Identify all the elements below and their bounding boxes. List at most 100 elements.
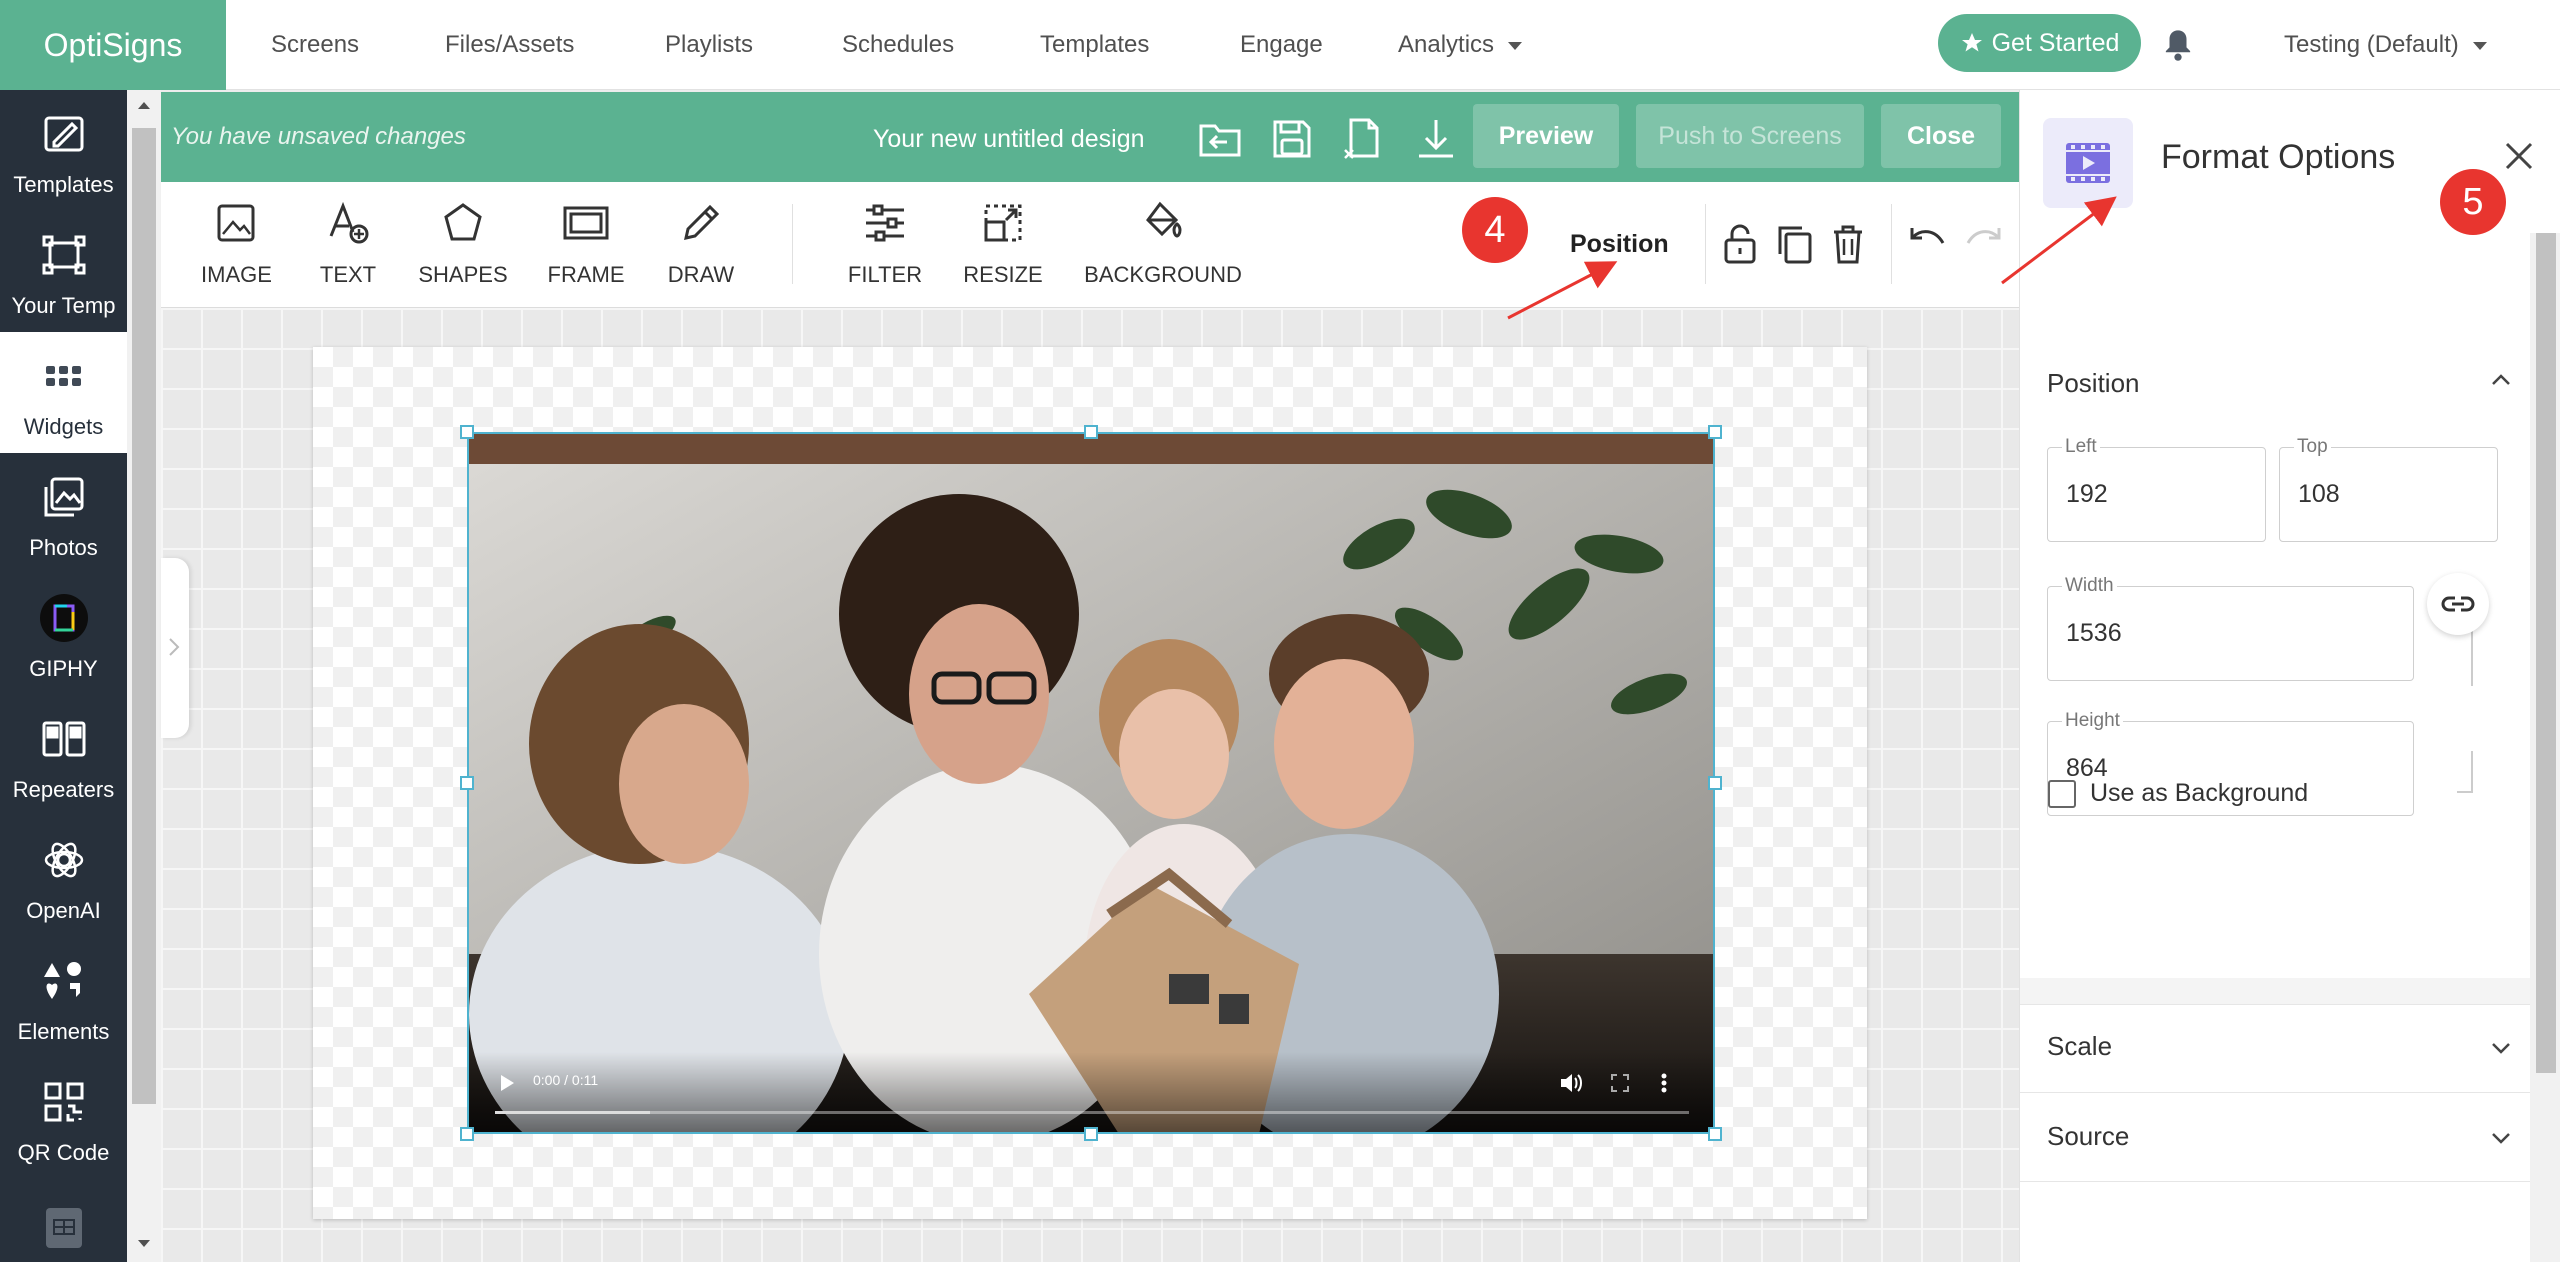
sidebar-item-giphy[interactable]: GIPHY <box>0 574 127 695</box>
volume-icon[interactable] <box>1559 1072 1583 1094</box>
chevron-up-icon[interactable] <box>2490 372 2512 386</box>
lock-aspect-ratio-button[interactable] <box>2427 573 2489 635</box>
tool-filter[interactable]: FILTER <box>847 200 923 300</box>
duplicate-icon[interactable] <box>1774 222 1814 266</box>
tool-draw[interactable]: DRAW <box>666 200 736 300</box>
use-as-background-checkbox[interactable] <box>2048 780 2076 808</box>
sidebar-item-widgets[interactable]: Widgets <box>0 332 127 453</box>
video-progress-fill <box>495 1111 651 1114</box>
close-button[interactable]: Close <box>1881 104 2001 168</box>
nav-analytics[interactable]: Analytics <box>1398 0 1523 90</box>
scroll-down-icon[interactable] <box>138 1240 150 1247</box>
nav-files-assets[interactable]: Files/Assets <box>445 0 574 90</box>
tool-label: TEXT <box>319 262 377 287</box>
close-icon[interactable] <box>2501 138 2537 174</box>
scrollbar-thumb[interactable] <box>2536 233 2556 1073</box>
resize-handle-left[interactable] <box>460 776 474 790</box>
tool-resize[interactable]: RESIZE <box>961 200 1045 300</box>
video-progress-track[interactable] <box>495 1111 1689 1114</box>
resize-handle-top-left[interactable] <box>460 425 474 439</box>
chevron-down-icon <box>2492 1133 2510 1144</box>
nav-schedules[interactable]: Schedules <box>842 0 954 90</box>
fullscreen-icon[interactable] <box>1611 1074 1629 1092</box>
resize-handle-bottom-left[interactable] <box>460 1127 474 1141</box>
preview-button[interactable]: Preview <box>1473 104 1619 168</box>
section-scale[interactable]: Scale <box>2020 1004 2530 1092</box>
sidebar-item-qr-code[interactable]: QR Code <box>0 1058 127 1179</box>
left-field[interactable]: Left 192 <box>2047 436 2266 542</box>
nav-screens[interactable]: Screens <box>271 0 359 90</box>
resize-handle-right[interactable] <box>1708 776 1722 790</box>
tool-label: DRAW <box>667 262 735 287</box>
scroll-up-icon[interactable] <box>138 102 150 109</box>
sidebar-item-repeaters[interactable]: Repeaters <box>0 695 127 816</box>
toolbar-divider <box>1705 204 1706 284</box>
save-icon[interactable] <box>1269 116 1315 162</box>
sidebar-scrollbar[interactable] <box>127 90 161 1262</box>
width-field[interactable]: Width 1536 <box>2047 575 2414 681</box>
your-templates-icon <box>42 235 86 275</box>
more-vertical-icon[interactable] <box>1660 1072 1668 1094</box>
save-as-icon[interactable] <box>1341 116 1387 162</box>
video-file-icon <box>2066 143 2110 183</box>
tool-image[interactable]: IMAGE <box>201 200 272 300</box>
play-icon[interactable] <box>499 1074 515 1092</box>
panel-scrollbar[interactable] <box>2530 233 2560 1262</box>
nav-templates[interactable]: Templates <box>1040 0 1149 90</box>
giphy-icon <box>40 594 88 642</box>
sidebar-item-elements[interactable]: Elements <box>0 937 127 1058</box>
chevron-down-icon <box>2492 1043 2510 1054</box>
resize-icon <box>984 204 1022 242</box>
import-icon[interactable] <box>1197 116 1243 162</box>
bell-icon[interactable] <box>2163 28 2193 62</box>
resize-handle-top[interactable] <box>1084 425 1098 439</box>
qr-code-icon <box>44 1082 84 1122</box>
tool-background[interactable]: BACKGROUND <box>1083 200 1243 300</box>
video-element[interactable]: 0:00 / 0:11 <box>467 432 1715 1134</box>
resize-handle-top-right[interactable] <box>1708 425 1722 439</box>
nav-engage[interactable]: Engage <box>1240 0 1323 90</box>
section-source[interactable]: Source <box>2020 1092 2530 1182</box>
sidebar-item-templates[interactable]: Templates <box>0 90 127 211</box>
unlock-icon[interactable] <box>1720 222 1760 266</box>
panel-icon-box <box>2043 118 2133 208</box>
brand-logo[interactable]: OptiSigns <box>0 0 226 90</box>
video-frame-image <box>469 434 1713 1132</box>
download-icon[interactable] <box>1413 116 1459 162</box>
widgets-icon <box>46 366 81 386</box>
position-button[interactable]: Position <box>1570 230 1669 259</box>
left-sidebar: Templates Your Temp Widgets Photos GIPHY… <box>0 90 127 1262</box>
aspect-bracket-top <box>2457 626 2473 686</box>
sidebar-item-your-templates[interactable]: Your Temp <box>0 211 127 332</box>
sidebar-item-photos[interactable]: Photos <box>0 453 127 574</box>
step-marker-4: 4 <box>1462 197 1528 263</box>
panel-body: Position Left 192 Top 108 Width 1536 Hei… <box>2020 233 2530 1262</box>
scrollbar-thumb[interactable] <box>132 128 156 1104</box>
repeaters-icon <box>42 721 86 757</box>
trash-icon[interactable] <box>1828 222 1868 266</box>
resize-handle-bottom[interactable] <box>1084 1127 1098 1141</box>
use-as-background-label[interactable]: Use as Background <box>2090 779 2308 808</box>
undo-icon[interactable] <box>1908 222 1948 266</box>
toolbar-divider <box>792 204 793 284</box>
get-started-button[interactable]: Get Started <box>1938 14 2141 72</box>
tool-frame[interactable]: FRAME <box>545 200 627 300</box>
top-field[interactable]: Top 108 <box>2279 436 2498 542</box>
section-title-position[interactable]: Position <box>2047 368 2140 399</box>
elements-icon <box>44 962 81 999</box>
sidebar-item-label: OpenAI <box>26 898 101 923</box>
resize-handle-bottom-right[interactable] <box>1708 1127 1722 1141</box>
sidebar-item-label: Elements <box>17 1019 110 1044</box>
tool-text[interactable]: TEXT <box>318 200 378 300</box>
account-menu[interactable]: Testing (Default) <box>2284 0 2487 90</box>
redo-icon[interactable] <box>1963 222 2003 266</box>
sidebar-item-openai[interactable]: OpenAI <box>0 816 127 937</box>
nav-analytics-label: Analytics <box>1398 31 1495 58</box>
design-title[interactable]: Your new untitled design <box>873 92 1145 182</box>
collapse-panel-tab[interactable] <box>161 558 189 738</box>
table-icon[interactable] <box>44 1206 84 1250</box>
push-to-screens-button[interactable]: Push to Screens <box>1636 104 1864 168</box>
top-nav: OptiSigns Screens Files/Assets Playlists… <box>0 0 2560 90</box>
nav-playlists[interactable]: Playlists <box>665 0 753 90</box>
tool-shapes[interactable]: SHAPES <box>417 200 509 300</box>
